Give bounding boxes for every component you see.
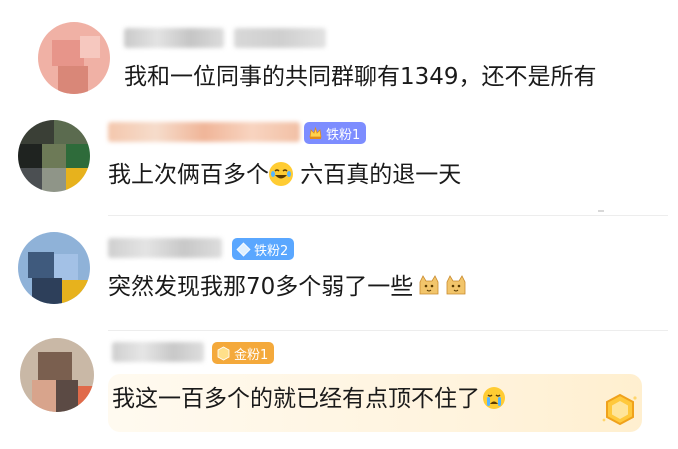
badge-label: 铁粉2 xyxy=(254,243,289,259)
comment-item: 铁粉1 我上次俩百多个 六百真的退一天 xyxy=(0,110,678,220)
comment-text-part: 突然发现我那70多个弱了一些 xyxy=(108,274,414,300)
divider-mark xyxy=(598,210,604,212)
cat-emoji xyxy=(417,274,441,298)
username-suffix xyxy=(234,28,326,48)
comment-text: 我和一位同事的共同群聊有1349，还不是所有 xyxy=(124,64,597,90)
comment-text: 我这一百多个的就已经有点顶不住了 xyxy=(112,384,506,414)
divider xyxy=(108,215,668,216)
comment-text: 突然发现我那70多个弱了一些 xyxy=(108,272,468,302)
badge-label: 金粉1 xyxy=(234,347,269,363)
username[interactable] xyxy=(108,238,222,258)
avatar[interactable] xyxy=(38,22,110,94)
comment-text-part: 六百真的退一天 xyxy=(293,162,462,188)
fan-badge[interactable]: 铁粉1 xyxy=(304,122,367,144)
avatar[interactable] xyxy=(18,120,90,192)
avatar[interactable] xyxy=(18,232,90,304)
crying-emoji xyxy=(482,386,506,410)
badge-label: 铁粉1 xyxy=(326,127,361,143)
avatar[interactable] xyxy=(20,338,94,412)
gold-badge-icon xyxy=(600,392,640,428)
cat-emoji xyxy=(444,274,468,298)
username[interactable] xyxy=(108,122,300,142)
username[interactable] xyxy=(124,28,224,48)
gold-hexagon-icon xyxy=(216,346,231,361)
comment-item: 铁粉2 突然发现我那70多个弱了一些 xyxy=(0,220,678,331)
diamond-icon xyxy=(236,241,251,257)
comment-text: 我上次俩百多个 六百真的退一天 xyxy=(108,160,461,190)
comment-text-part: 我上次俩百多个 xyxy=(108,162,269,188)
fan-badge[interactable]: 金粉1 xyxy=(212,342,275,364)
comment-text-part: 我这一百多个的就已经有点顶不住了 xyxy=(112,386,480,412)
comment-item: 我和一位同事的共同群聊有1349，还不是所有 xyxy=(0,0,678,110)
fan-badge[interactable]: 铁粉2 xyxy=(232,238,295,260)
laughing-tears-emoji xyxy=(269,162,293,186)
username[interactable] xyxy=(112,342,204,362)
crown-icon xyxy=(308,126,323,141)
comment-item: 金粉1 我这一百多个的就已经有点顶不住了 xyxy=(0,330,678,449)
